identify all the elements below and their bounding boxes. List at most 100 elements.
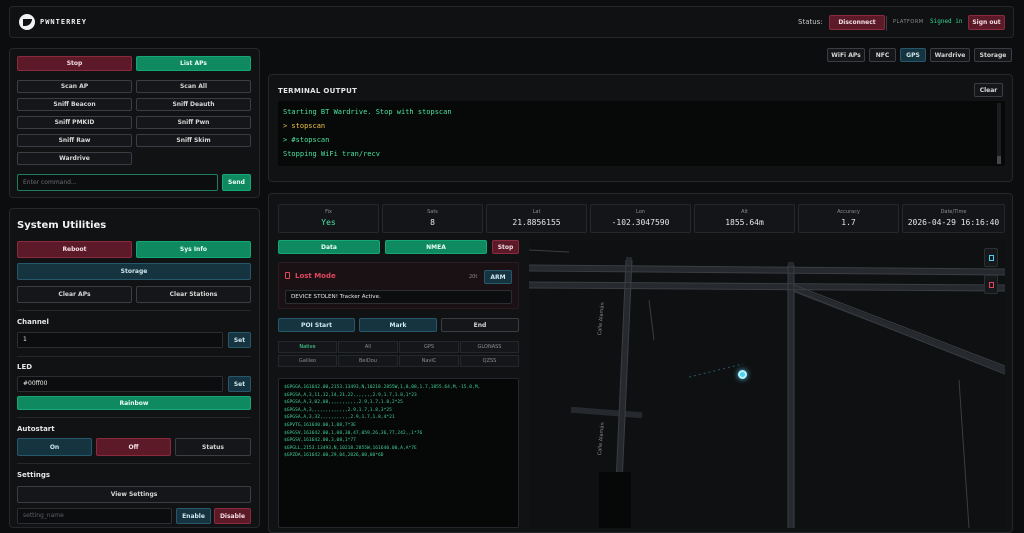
sniff-raw-button[interactable]: Sniff Raw bbox=[17, 134, 132, 147]
channel-label: Channel bbox=[17, 318, 49, 326]
autostart-label: Autostart bbox=[17, 425, 55, 433]
clear-stations-button[interactable]: Clear Stations bbox=[136, 286, 251, 303]
led-label: LED bbox=[17, 363, 33, 371]
scan-ap-button[interactable]: Scan AP bbox=[17, 80, 132, 93]
nmea-tab-navic[interactable]: NavIC bbox=[399, 355, 459, 367]
stat-lon: Lon -102.3047590 bbox=[590, 204, 691, 233]
map-center-button[interactable] bbox=[984, 248, 998, 267]
nmea-tab-galileo[interactable]: Galileo bbox=[278, 355, 337, 367]
command-input[interactable]: Enter command... bbox=[17, 174, 218, 191]
lost-mode-message[interactable]: DEVICE STOLEN! Tracker Active. bbox=[285, 290, 512, 304]
terminal-output: Starting BT Wardrive. Stop with stopscan… bbox=[278, 101, 1005, 166]
nmea-tab-all[interactable]: All bbox=[338, 341, 398, 353]
view-settings-button[interactable]: View Settings bbox=[17, 486, 251, 503]
stat-value: Yes bbox=[321, 218, 336, 227]
arm-button[interactable]: ARM bbox=[484, 270, 512, 284]
mark-button[interactable]: Mark bbox=[359, 318, 437, 332]
terminal-scrollbar[interactable] bbox=[997, 103, 1001, 164]
logo-icon bbox=[19, 14, 35, 30]
settings-label: Settings bbox=[17, 471, 51, 479]
stat-value: 21.8856155 bbox=[512, 218, 561, 227]
nmea-tab-glonass[interactable]: GLONASS bbox=[460, 341, 519, 353]
stat-title: Alt bbox=[741, 209, 748, 215]
nmea-line: $GPVTG,161640.00,1,08,7*3E bbox=[284, 422, 356, 428]
terminal-line: Starting BT Wardrive. Stop with stopscan bbox=[283, 108, 452, 116]
poi-start-button[interactable]: POI Start bbox=[278, 318, 355, 332]
gps-map[interactable]: Calle Alamán Calle Alamán bbox=[529, 240, 1005, 528]
nmea-line: $GPGGA,161642.00,2153.13493,N,10218.2855… bbox=[284, 385, 481, 390]
section-divider bbox=[17, 417, 251, 418]
terminal-line: Stopping WiFi tran/recv bbox=[283, 150, 380, 158]
enable-button[interactable]: Enable bbox=[176, 508, 211, 524]
section-divider bbox=[17, 356, 251, 357]
terminal-clear-button[interactable]: Clear bbox=[974, 83, 1003, 97]
nmea-tab-beidou[interactable]: BeiDou bbox=[338, 355, 398, 367]
nmea-output: $GPGGA,161642.00,2153.13493,N,10218.2855… bbox=[278, 378, 519, 528]
stat-alt: Alt 1855.64m bbox=[694, 204, 795, 233]
storage-button[interactable]: Storage bbox=[17, 263, 251, 280]
disconnect-button[interactable]: Disconnect bbox=[829, 15, 885, 30]
send-button[interactable]: Send bbox=[222, 174, 251, 191]
brand-title: PWNTERREY bbox=[40, 18, 87, 26]
system-utilities-title: System Utilities bbox=[17, 220, 107, 231]
led-set-button[interactable]: Set bbox=[228, 376, 251, 392]
stat-title: Date/Time bbox=[940, 209, 967, 215]
terminal-title: TERMINAL OUTPUT bbox=[278, 87, 358, 95]
end-button[interactable]: End bbox=[441, 318, 519, 332]
stat-value: 1.7 bbox=[841, 218, 856, 227]
stat-value: 2026-04-29 16:16:40 bbox=[907, 218, 1000, 227]
list-aps-button[interactable]: List APs bbox=[136, 56, 251, 71]
setting-name-input[interactable]: setting_name bbox=[17, 508, 172, 524]
sniff-pwn-button[interactable]: Sniff Pwn bbox=[136, 116, 251, 129]
nmea-tab-gps[interactable]: GPS bbox=[399, 341, 459, 353]
clear-aps-button[interactable]: Clear APs bbox=[17, 286, 132, 303]
terminal-line: > stopscan bbox=[283, 122, 326, 130]
channel-input[interactable]: 1 bbox=[17, 332, 223, 348]
autostart-status-button[interactable]: Status bbox=[175, 438, 251, 456]
sys-info-button[interactable]: Sys Info bbox=[136, 241, 251, 258]
lost-mode-title: Lost Mode bbox=[295, 272, 336, 280]
sniff-pmkid-button[interactable]: Sniff PMKID bbox=[17, 116, 132, 129]
section-divider bbox=[17, 463, 251, 464]
stat-lat: Lat 21.8856155 bbox=[486, 204, 587, 233]
sniff-deauth-button[interactable]: Sniff Deauth bbox=[136, 98, 251, 111]
sniff-beacon-button[interactable]: Sniff Beacon bbox=[17, 98, 132, 111]
location-marker-icon bbox=[738, 370, 747, 379]
scan-all-button[interactable]: Scan All bbox=[136, 80, 251, 93]
stat-value: 1855.64m bbox=[725, 218, 764, 227]
autostart-on-button[interactable]: On bbox=[17, 438, 92, 456]
rainbow-button[interactable]: Rainbow bbox=[17, 396, 251, 410]
nmea-line: $GPGSA,A,3,11,12,14,21,22,,,,,,,2.9,1.7,… bbox=[284, 392, 417, 398]
nmea-tab-native[interactable]: Native bbox=[278, 341, 337, 353]
stat-value: 8 bbox=[430, 218, 435, 227]
sniff-skim-button[interactable]: Sniff Skim bbox=[136, 134, 251, 147]
autostart-off-button[interactable]: Off bbox=[96, 438, 171, 456]
channel-set-button[interactable]: Set bbox=[228, 332, 251, 348]
tab-nfc[interactable]: NFC bbox=[869, 48, 896, 62]
reboot-button[interactable]: Reboot bbox=[17, 241, 132, 258]
tab-gps[interactable]: GPS bbox=[900, 48, 926, 62]
platform-label: PLATFORM bbox=[893, 19, 924, 25]
map-square-icon bbox=[988, 254, 994, 261]
gps-nmea-button[interactable]: NMEA bbox=[385, 240, 487, 254]
nmea-line: $GPZDA,161642.00,29,04,2026,00,00*6D bbox=[284, 453, 384, 459]
map-lock-button[interactable] bbox=[984, 275, 998, 294]
tab-storage[interactable]: Storage bbox=[974, 48, 1012, 62]
nmea-line: $GPGSA,A,3,,,,,,,,,,,,,2.9,1.7,1.8,3*25 bbox=[284, 407, 392, 413]
stat-fix: Fix Yes bbox=[278, 204, 379, 233]
tab-wardrive[interactable]: Wardrive bbox=[930, 48, 970, 62]
tab-wifi-aps[interactable]: WiFi APs bbox=[827, 48, 865, 62]
top-header: PWNTERREY Status: Disconnect PLATFORM Si… bbox=[9, 6, 1014, 38]
stat-title: Lon bbox=[636, 209, 645, 215]
sign-out-button[interactable]: Sign out bbox=[968, 15, 1005, 30]
nmea-line: $GPGSV,161642.00,3,08,1*77 bbox=[284, 438, 356, 444]
gps-stop-button[interactable]: Stop bbox=[492, 240, 519, 254]
stop-button[interactable]: Stop bbox=[17, 56, 132, 71]
stat-title: Fix bbox=[325, 209, 332, 215]
gps-data-button[interactable]: Data bbox=[278, 240, 380, 254]
wardrive-button[interactable]: Wardrive bbox=[17, 152, 132, 165]
nmea-tab-qzss[interactable]: QZSS bbox=[460, 355, 519, 367]
nmea-line: $GPGLL,2153.13493,N,10218.2855W,161640.0… bbox=[284, 445, 417, 451]
led-color-input[interactable]: #00ff00 bbox=[17, 376, 223, 392]
disable-button[interactable]: Disable bbox=[214, 508, 251, 524]
